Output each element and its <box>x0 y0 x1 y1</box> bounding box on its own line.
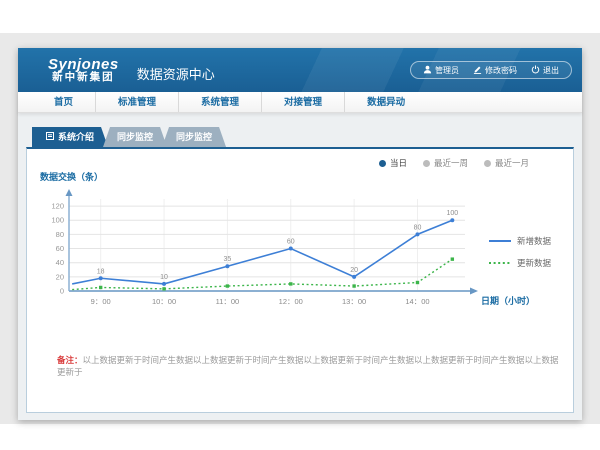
logo-subtext: 新中新集团 <box>48 72 119 83</box>
user-icon <box>423 65 432 76</box>
nav-item-1[interactable]: 首页 <box>32 92 95 112</box>
svg-text:14：00: 14：00 <box>405 297 429 306</box>
svg-text:120: 120 <box>51 202 64 211</box>
svg-text:40: 40 <box>56 258 64 267</box>
legend-swatch <box>489 258 511 268</box>
line-chart: 0 20 40 60 80 100 120 9：00 10：00 11：00 12：00 13：00 1… <box>35 187 535 327</box>
footnote-prefix: 备注： <box>57 355 83 365</box>
svg-text:35: 35 <box>224 256 232 263</box>
user-label: 管理员 <box>435 65 459 76</box>
nav-menu: 首页标准管理系统管理对接管理数据异动 <box>18 92 582 113</box>
legend-label: 更新数据 <box>517 257 551 269</box>
logout-icon <box>531 65 540 76</box>
nav-item-4[interactable]: 对接管理 <box>261 92 344 112</box>
svg-text:60: 60 <box>287 239 295 246</box>
legend-item-1[interactable]: 新增数据 <box>489 235 551 247</box>
user-bar: 管理员 修改密码 退出 <box>410 61 572 79</box>
nav-item-2[interactable]: 标准管理 <box>95 92 178 112</box>
brand-logo: Synjones 新中新集团 <box>48 57 119 84</box>
svg-text:20: 20 <box>56 272 64 281</box>
tab-label: 同步监控 <box>117 127 153 147</box>
range-filter: 当日 最近一周 最近一月 <box>379 157 529 169</box>
content-area: 系统介绍 同步监控 同步监控 当日 最近一周 最近一月 数据交换（条） 0 20 40 60 8… <box>18 127 582 434</box>
footnote-text: 以上数据更新于时间产生数据以上数据更新于时间产生数据以上数据更新于时间产生数据以… <box>57 355 559 377</box>
chart-legend: 新增数据更新数据 <box>489 235 551 269</box>
y-axis-title: 数据交换（条） <box>40 170 103 183</box>
user-bar-edit[interactable]: 修改密码 <box>473 65 517 76</box>
radio-option-2[interactable]: 最近一周 <box>423 157 468 169</box>
legend-label: 新增数据 <box>517 235 551 247</box>
radio-label: 当日 <box>390 157 407 169</box>
tab-label: 同步监控 <box>176 127 212 147</box>
tab-1[interactable]: 系统介绍 <box>32 127 108 147</box>
radio-label: 最近一月 <box>495 157 529 169</box>
logout-label: 退出 <box>543 65 559 76</box>
svg-text:11：00: 11：00 <box>216 297 240 306</box>
svg-text:100: 100 <box>446 210 458 217</box>
radio-dot <box>423 160 430 167</box>
page-title: 数据资源中心 <box>137 64 215 83</box>
radio-option-3[interactable]: 最近一月 <box>484 157 529 169</box>
nav-item-3[interactable]: 系统管理 <box>178 92 261 112</box>
svg-text:12：00: 12：00 <box>279 297 303 306</box>
svg-text:10: 10 <box>160 274 168 281</box>
legend-swatch <box>489 236 511 246</box>
edit-label: 修改密码 <box>485 65 517 76</box>
logo-text: Synjones <box>48 57 119 73</box>
svg-text:18: 18 <box>97 268 105 275</box>
svg-text:20: 20 <box>350 267 358 274</box>
app-window: Synjones 新中新集团 数据资源中心 管理员修改密码退出 首页标准管理系统… <box>18 48 582 420</box>
edit-icon <box>473 65 482 76</box>
svg-text:9：00: 9：00 <box>91 297 111 306</box>
tab-3[interactable]: 同步监控 <box>162 127 226 147</box>
svg-text:80: 80 <box>414 224 422 231</box>
svg-text:0: 0 <box>60 287 64 296</box>
radio-dot <box>484 160 491 167</box>
document-icon <box>46 127 54 147</box>
user-bar-logout[interactable]: 退出 <box>531 65 559 76</box>
user-bar-user[interactable]: 管理员 <box>423 65 459 76</box>
tab-label: 系统介绍 <box>58 127 94 147</box>
tab-bar: 系统介绍 同步监控 同步监控 <box>32 127 582 147</box>
nav-item-5[interactable]: 数据异动 <box>344 92 427 112</box>
tab-2[interactable]: 同步监控 <box>103 127 167 147</box>
radio-dot <box>379 160 386 167</box>
radio-option-1[interactable]: 当日 <box>379 157 407 169</box>
svg-text:日期（小时）: 日期（小时） <box>481 295 535 306</box>
svg-text:10：00: 10：00 <box>152 297 176 306</box>
app-header: Synjones 新中新集团 数据资源中心 管理员 修改密码 退出 <box>18 48 582 92</box>
svg-text:13：00: 13：00 <box>342 297 366 306</box>
svg-text:60: 60 <box>56 244 64 253</box>
desktop-background: Synjones 新中新集团 数据资源中心 管理员修改密码退出 首页标准管理系统… <box>0 0 600 450</box>
svg-text:100: 100 <box>51 216 64 225</box>
svg-text:80: 80 <box>56 230 64 239</box>
footnote: 备注：以上数据更新于时间产生数据以上数据更新于时间产生数据以上数据更新于时间产生… <box>57 355 559 379</box>
legend-item-2[interactable]: 更新数据 <box>489 257 551 269</box>
chart-panel: 当日 最近一周 最近一月 数据交换（条） 0 20 40 60 80 100 120 9：00 10… <box>26 147 574 413</box>
radio-label: 最近一周 <box>434 157 468 169</box>
